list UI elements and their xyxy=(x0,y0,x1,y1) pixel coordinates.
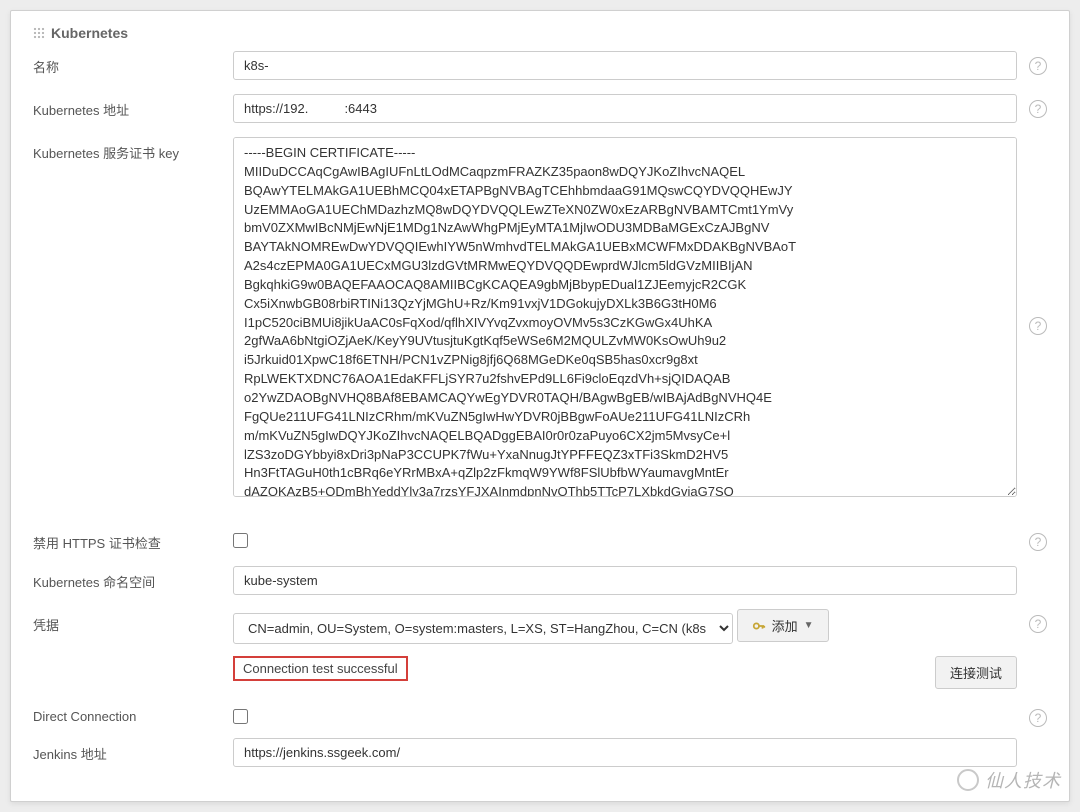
name-input[interactable] xyxy=(233,51,1017,80)
jenkins-url-input[interactable] xyxy=(233,738,1017,767)
url-input[interactable] xyxy=(233,94,1017,123)
watermark-icon xyxy=(957,769,979,791)
cert-key-textarea[interactable]: -----BEGIN CERTIFICATE----- MIIDuDCCAqCg… xyxy=(233,137,1017,497)
test-connection-label: 连接测试 xyxy=(950,663,1002,682)
direct-connection-checkbox[interactable] xyxy=(233,709,248,724)
label-disable-https: 禁用 HTTPS 证书检查 xyxy=(33,527,233,552)
key-icon xyxy=(752,619,766,633)
watermark: 仙人技术 xyxy=(957,767,1061,793)
label-namespace: Kubernetes 命名空间 xyxy=(33,566,233,591)
label-credentials: 凭据 xyxy=(33,609,233,634)
drag-handle-icon[interactable] xyxy=(33,27,45,39)
namespace-input[interactable] xyxy=(233,566,1017,595)
help-icon[interactable]: ? xyxy=(1029,709,1047,727)
label-jenkins-url: Jenkins 地址 xyxy=(33,738,233,763)
row-credentials: 凭据 CN=admin, OU=System, O=system:masters… xyxy=(33,609,1047,689)
row-jenkins-url: Jenkins 地址 xyxy=(33,738,1047,767)
test-connection-button[interactable]: 连接测试 xyxy=(935,656,1017,689)
help-icon[interactable]: ? xyxy=(1029,317,1047,335)
credentials-select[interactable]: CN=admin, OU=System, O=system:masters, L… xyxy=(233,613,733,644)
section-title: Kubernetes xyxy=(33,25,1047,41)
help-icon[interactable]: ? xyxy=(1029,100,1047,118)
label-url: Kubernetes 地址 xyxy=(33,94,233,119)
add-credentials-button[interactable]: 添加 ▼ xyxy=(737,609,829,642)
row-name: 名称 ? xyxy=(33,51,1047,80)
row-url: Kubernetes 地址 ? xyxy=(33,94,1047,123)
row-disable-https: 禁用 HTTPS 证书检查 ? xyxy=(33,527,1047,552)
row-direct-connection: Direct Connection ? xyxy=(33,703,1047,724)
help-icon[interactable]: ? xyxy=(1029,615,1047,633)
row-namespace: Kubernetes 命名空间 xyxy=(33,566,1047,595)
connection-success-message: Connection test successful xyxy=(233,656,408,681)
add-button-label: 添加 xyxy=(772,616,798,635)
label-cert-key: Kubernetes 服务证书 key xyxy=(33,137,233,162)
label-direct-connection: Direct Connection xyxy=(33,703,233,724)
chevron-down-icon: ▼ xyxy=(804,620,814,631)
section-title-text: Kubernetes xyxy=(51,25,128,41)
watermark-text: 仙人技术 xyxy=(985,767,1061,793)
row-cert-key: Kubernetes 服务证书 key -----BEGIN CERTIFICA… xyxy=(33,137,1047,513)
help-icon[interactable]: ? xyxy=(1029,57,1047,75)
help-icon[interactable]: ? xyxy=(1029,533,1047,551)
kubernetes-cloud-panel: Kubernetes 名称 ? Kubernetes 地址 ? Kubernet… xyxy=(10,10,1070,802)
label-name: 名称 xyxy=(33,51,233,76)
disable-https-checkbox[interactable] xyxy=(233,533,248,548)
